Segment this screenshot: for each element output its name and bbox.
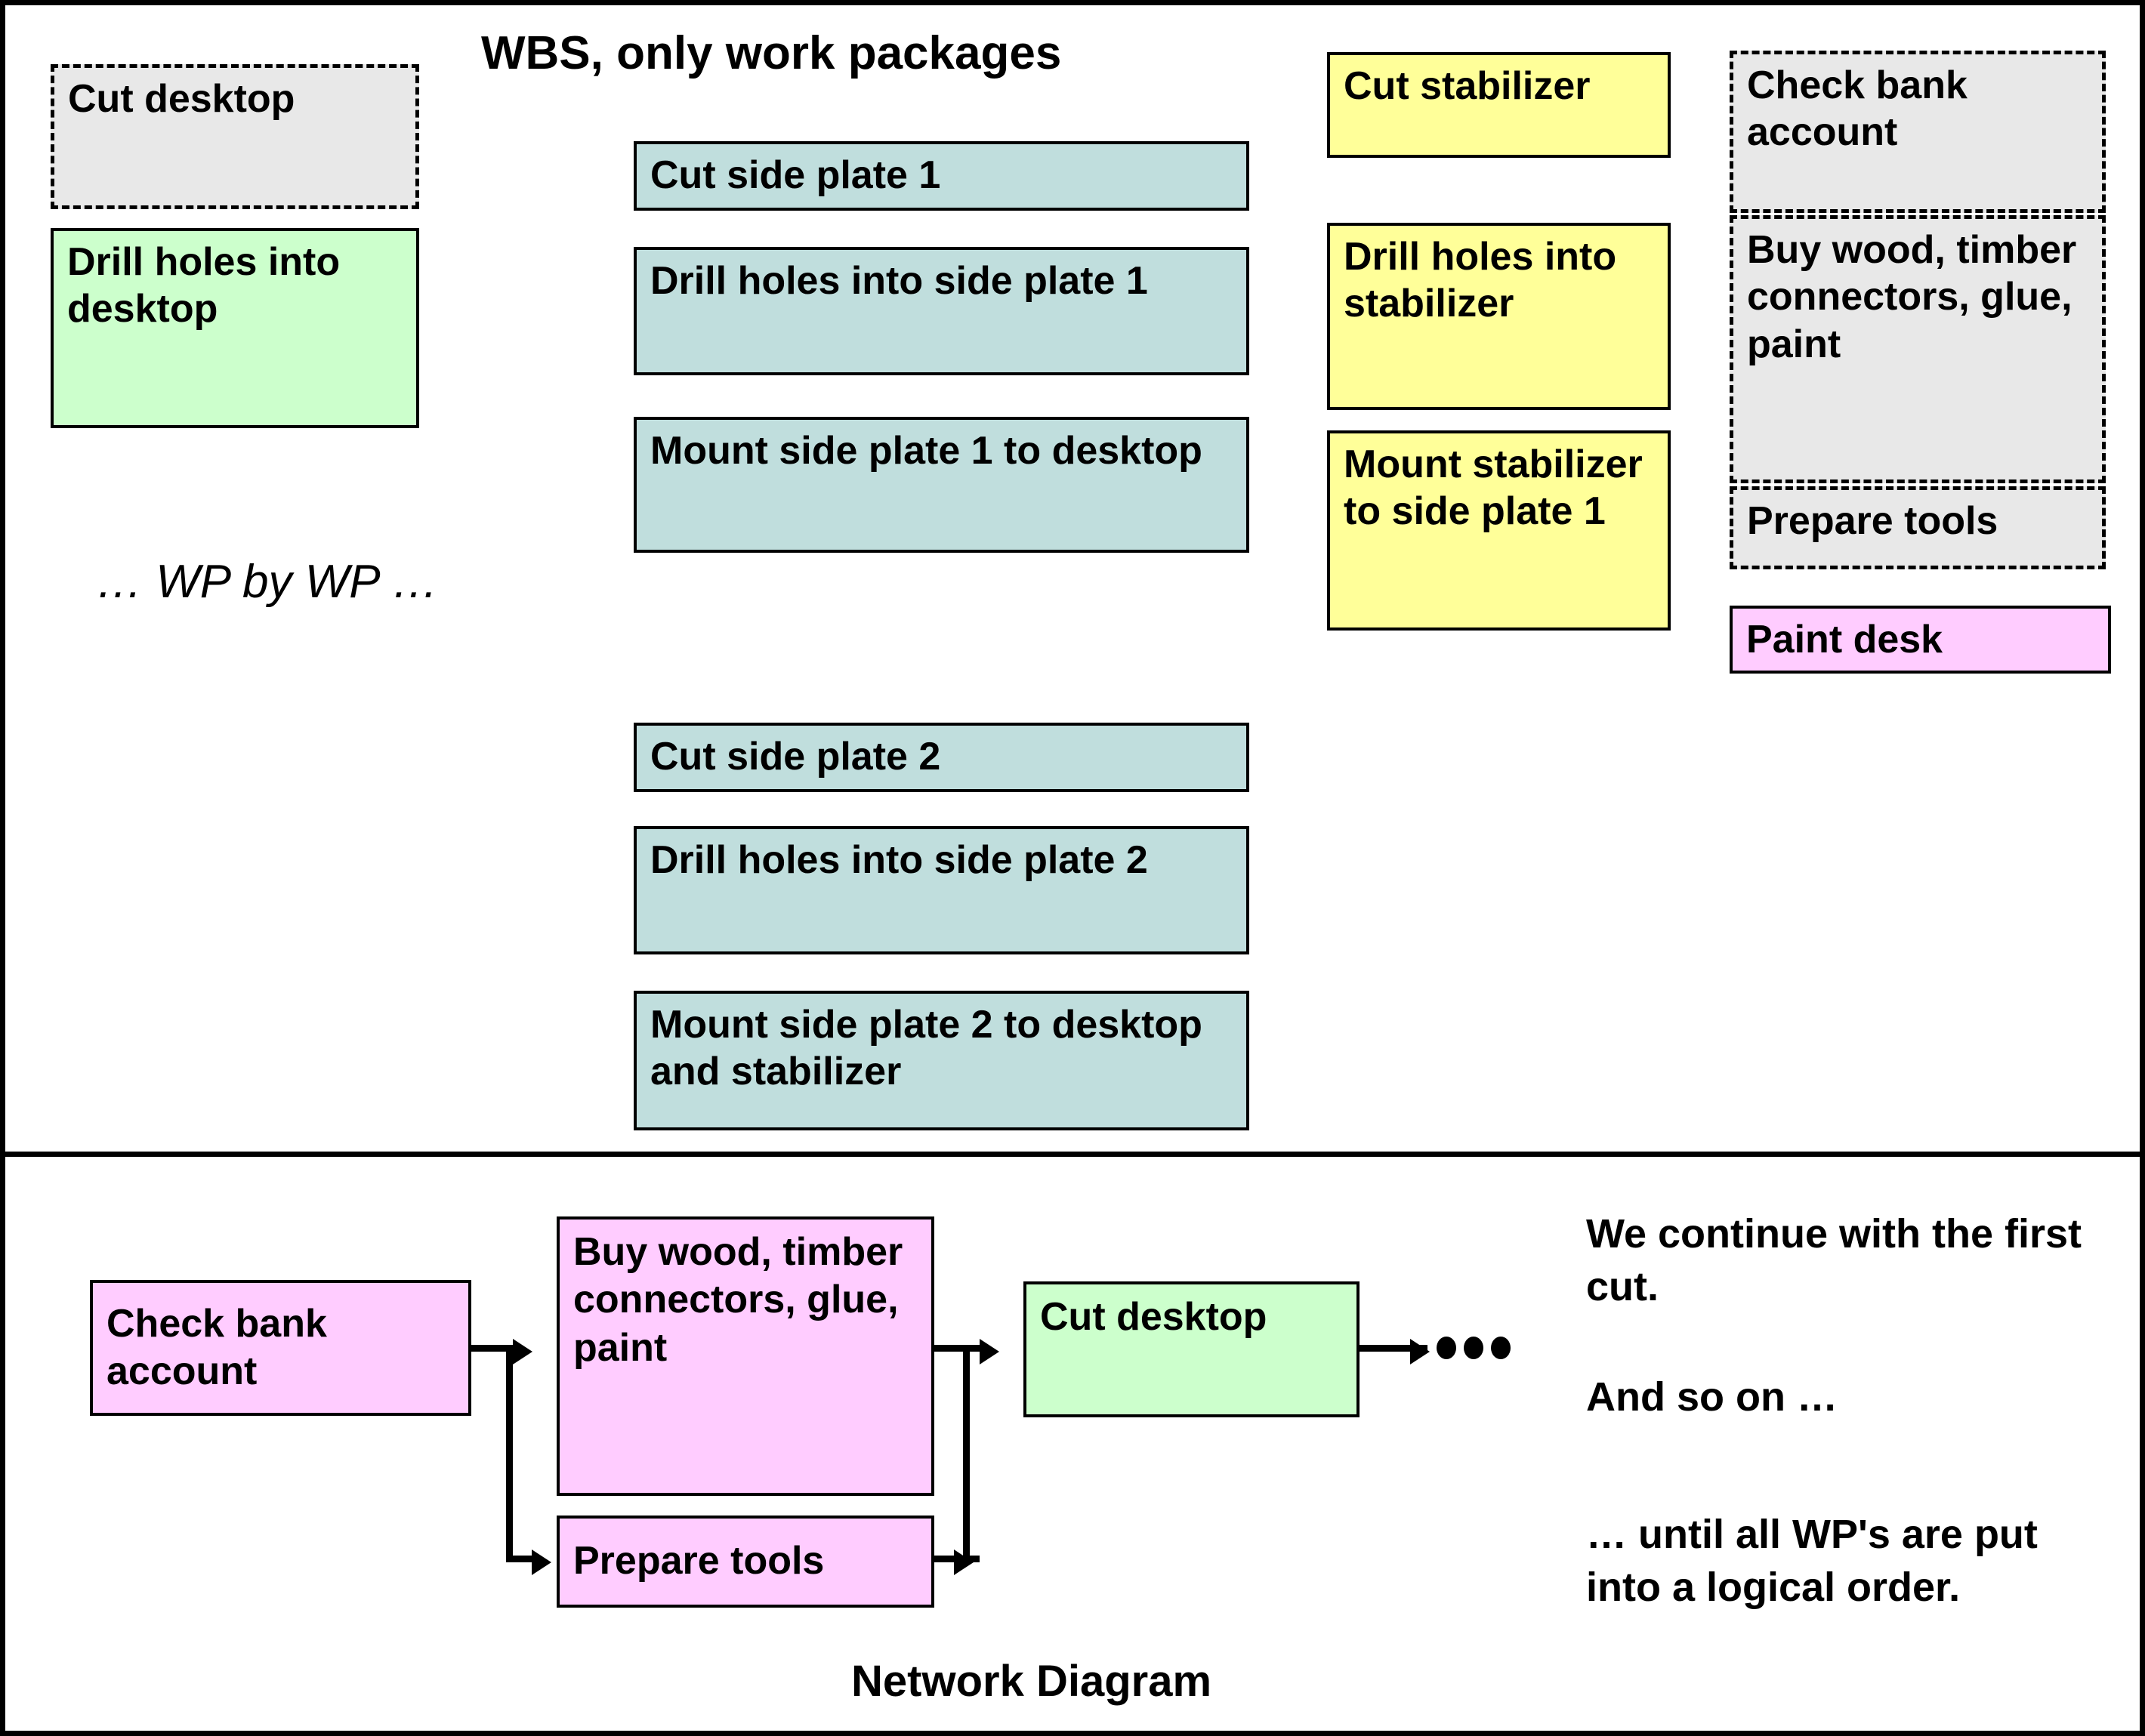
- network-note-1: We continue with the first cut.: [1586, 1211, 2082, 1310]
- wbs-box-label: Paint desk: [1746, 618, 1943, 661]
- continuation-dot: [1464, 1337, 1483, 1359]
- network-node-check-bank-account[interactable]: Check bank account: [90, 1280, 471, 1416]
- wbs-box-mount-stabilizer[interactable]: Mount stabilizer to side plate 1: [1327, 430, 1671, 631]
- section-divider: [5, 1152, 2140, 1157]
- wbs-box-cut-stabilizer[interactable]: Cut stabilizer: [1327, 52, 1671, 158]
- wbs-box-label: Cut desktop: [68, 77, 295, 121]
- wbs-box-cut-side-plate-2[interactable]: Cut side plate 2: [634, 723, 1249, 792]
- wbs-box-label: Drill holes into side plate 1: [650, 259, 1148, 303]
- wbs-box-drill-holes-stabilizer[interactable]: Drill holes into stabilizer: [1327, 223, 1671, 410]
- wbs-box-buy-wood[interactable]: Buy wood, timber connectors, glue, paint: [1730, 215, 2106, 483]
- wbs-box-drill-holes-side-plate-2[interactable]: Drill holes into side plate 2: [634, 826, 1249, 954]
- wbs-box-label: Mount stabilizer to side plate 1: [1344, 442, 1643, 534]
- wbs-box-cut-desktop[interactable]: Cut desktop: [51, 64, 419, 209]
- connector-arrow-to-cut-desktop: [980, 1339, 999, 1364]
- connector-arrow-to-buy-wood: [513, 1339, 532, 1364]
- network-node-buy-wood[interactable]: Buy wood, timber connectors, glue, paint: [557, 1216, 934, 1496]
- continuation-dot: [1437, 1337, 1456, 1359]
- wbs-box-cut-side-plate-1[interactable]: Cut side plate 1: [634, 141, 1249, 211]
- wbs-box-drill-holes-desktop[interactable]: Drill holes into desktop: [51, 228, 419, 428]
- network-node-label: Buy wood, timber connectors, glue, paint: [573, 1230, 903, 1370]
- network-note-2: And so on …: [1586, 1374, 1838, 1420]
- wbs-box-label: Drill holes into stabilizer: [1344, 235, 1617, 326]
- wbs-box-paint-desk[interactable]: Paint desk: [1730, 606, 2111, 674]
- continuation-dot: [1491, 1337, 1511, 1359]
- wbs-box-label: Cut stabilizer: [1344, 64, 1591, 108]
- connector-line-merge-riser: [963, 1345, 970, 1562]
- network-node-label: Prepare tools: [573, 1539, 825, 1583]
- network-note-3: … until all WP's are put into a logical …: [1586, 1512, 2038, 1611]
- wbs-box-label: Check bank account: [1747, 63, 1968, 155]
- slide-root: WBS, only work packages Cut desktop Dril…: [0, 0, 2145, 1736]
- network-node-prepare-tools[interactable]: Prepare tools: [557, 1516, 934, 1608]
- wbs-box-label: Prepare tools: [1747, 499, 1998, 543]
- connector-line-split-down: [506, 1345, 513, 1562]
- wbs-wp-by-wp-note: … WP by WP …: [96, 556, 439, 608]
- wbs-box-mount-side-plate-1[interactable]: Mount side plate 1 to desktop: [634, 417, 1249, 553]
- wbs-box-drill-holes-side-plate-1[interactable]: Drill holes into side plate 1: [634, 247, 1249, 375]
- wbs-box-check-bank-account[interactable]: Check bank account: [1730, 51, 2106, 213]
- wbs-box-label: Buy wood, timber connectors, glue, paint: [1747, 228, 2077, 366]
- wbs-box-label: Mount side plate 2 to desktop and stabil…: [650, 1003, 1202, 1094]
- connector-arrow-to-continuation: [1410, 1339, 1430, 1364]
- wbs-box-mount-side-plate-2[interactable]: Mount side plate 2 to desktop and stabil…: [634, 991, 1249, 1130]
- network-diagram-caption: Network Diagram: [851, 1657, 1212, 1706]
- wbs-box-label: Mount side plate 1 to desktop: [650, 429, 1202, 473]
- network-node-cut-desktop[interactable]: Cut desktop: [1023, 1281, 1360, 1417]
- wbs-box-label: Cut side plate 2: [650, 735, 941, 779]
- wbs-box-label: Drill holes into side plate 2: [650, 838, 1148, 882]
- connector-arrow-to-prepare-tools: [532, 1549, 551, 1575]
- wbs-title: WBS, only work packages: [481, 27, 1062, 79]
- wbs-box-prepare-tools[interactable]: Prepare tools: [1730, 486, 2106, 569]
- wbs-box-label: Cut side plate 1: [650, 153, 941, 197]
- network-node-label: Check bank account: [106, 1301, 327, 1393]
- network-node-label: Cut desktop: [1040, 1295, 1267, 1339]
- wbs-box-label: Drill holes into desktop: [67, 240, 341, 331]
